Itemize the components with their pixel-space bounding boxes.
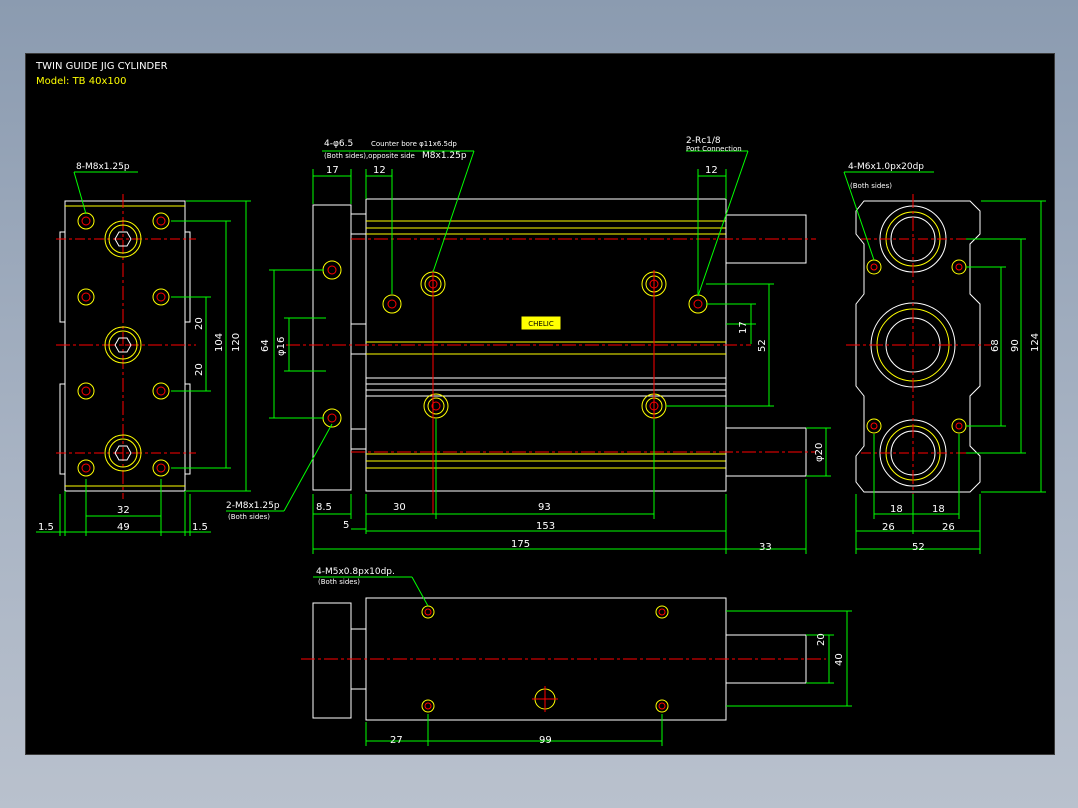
dim-front-64: 64 <box>260 339 271 352</box>
bottom-view: 20 40 27 99 4-M5x0.8px10dp. (Both sides) <box>301 567 852 746</box>
dim-left-1-5b: 1.5 <box>192 522 208 533</box>
note-bottom-holes: 4-M5x0.8px10dp. <box>316 567 395 577</box>
dim-right-52: 52 <box>912 542 925 553</box>
note-rear-holes: 4-M6x1.0px20dp <box>848 162 924 172</box>
note-front-both-sides: (Both sides),opposite side <box>324 152 415 160</box>
dim-right-68: 68 <box>990 339 1001 352</box>
dim-front-12a: 12 <box>373 165 386 176</box>
dim-left-120: 120 <box>231 333 242 352</box>
note-front-counterbore-a: 4-φ6.5 <box>324 139 353 149</box>
left-body-outline <box>64 200 186 492</box>
dim-front-52: 52 <box>757 339 768 352</box>
dim-left-104: 104 <box>214 333 225 352</box>
dim-front-17: 17 <box>326 165 339 176</box>
front-view: CHELIC 17 12 12 64 φ16 17 52 φ20 8.5 5 3… <box>226 136 831 554</box>
right-body-outline <box>855 200 981 493</box>
dim-front-175: 175 <box>511 539 530 550</box>
model-label: Model: TB 40x100 <box>36 76 126 87</box>
note-left-holes: 8-M8x1.25p <box>76 162 130 172</box>
dim-right-26b: 26 <box>942 522 955 533</box>
note-mount-both-sides: (Both sides) <box>228 513 270 521</box>
dim-front-30: 30 <box>393 502 406 513</box>
dim-front-33: 33 <box>759 542 772 553</box>
right-end-view: 124 90 68 18 18 26 26 52 4-M6x1.0px20dp … <box>843 162 1046 554</box>
dim-front-phi20: φ20 <box>814 443 825 462</box>
dim-left-49: 49 <box>117 522 130 533</box>
dim-left-20a: 20 <box>194 317 205 330</box>
note-bottom-both-sides: (Both sides) <box>318 578 360 586</box>
title-block: TWIN GUIDE JIG CYLINDER Model: TB 40x100 <box>35 61 168 87</box>
dim-front-17b: 17 <box>738 321 749 334</box>
dim-front-5: 5 <box>343 520 349 531</box>
cad-viewport[interactable]: TWIN GUIDE JIG CYLINDER Model: TB 40x100 <box>25 53 1055 755</box>
dim-bottom-20: 20 <box>816 633 827 646</box>
left-end-view: 120 104 20 20 32 49 1.5 1.5 8-M8x1.25p <box>36 162 251 536</box>
dim-right-124: 124 <box>1030 333 1041 352</box>
note-front-thread: M8x1.25p <box>422 151 467 161</box>
dim-right-18a: 18 <box>890 504 903 515</box>
note-rear-both-sides: (Both sides) <box>850 182 892 190</box>
bottom-end-plate <box>312 602 352 719</box>
dim-bottom-27: 27 <box>390 735 403 746</box>
dim-bottom-99: 99 <box>539 735 552 746</box>
dim-right-18b: 18 <box>932 504 945 515</box>
dim-front-12b: 12 <box>705 165 718 176</box>
dim-bottom-40: 40 <box>834 653 845 666</box>
dim-front-153: 153 <box>536 521 555 532</box>
logo-text: CHELIC <box>528 320 554 328</box>
drawing-title: TWIN GUIDE JIG CYLINDER <box>35 61 168 72</box>
cad-drawing: TWIN GUIDE JIG CYLINDER Model: TB 40x100 <box>35 61 1046 746</box>
dim-left-20b: 20 <box>194 363 205 376</box>
dim-front-8-5: 8.5 <box>316 502 332 513</box>
note-port-label: Port Connection <box>686 145 742 153</box>
dim-right-90: 90 <box>1010 339 1021 352</box>
dim-front-93: 93 <box>538 502 551 513</box>
dim-left-1-5a: 1.5 <box>38 522 54 533</box>
note-mount-holes: 2-M8x1.25p <box>226 501 280 511</box>
note-front-counterbore-b: Counter bore φ11x6.5dp <box>371 140 457 148</box>
dim-right-26a: 26 <box>882 522 895 533</box>
dim-front-phi16: φ16 <box>276 337 287 356</box>
dim-left-32: 32 <box>117 505 130 516</box>
